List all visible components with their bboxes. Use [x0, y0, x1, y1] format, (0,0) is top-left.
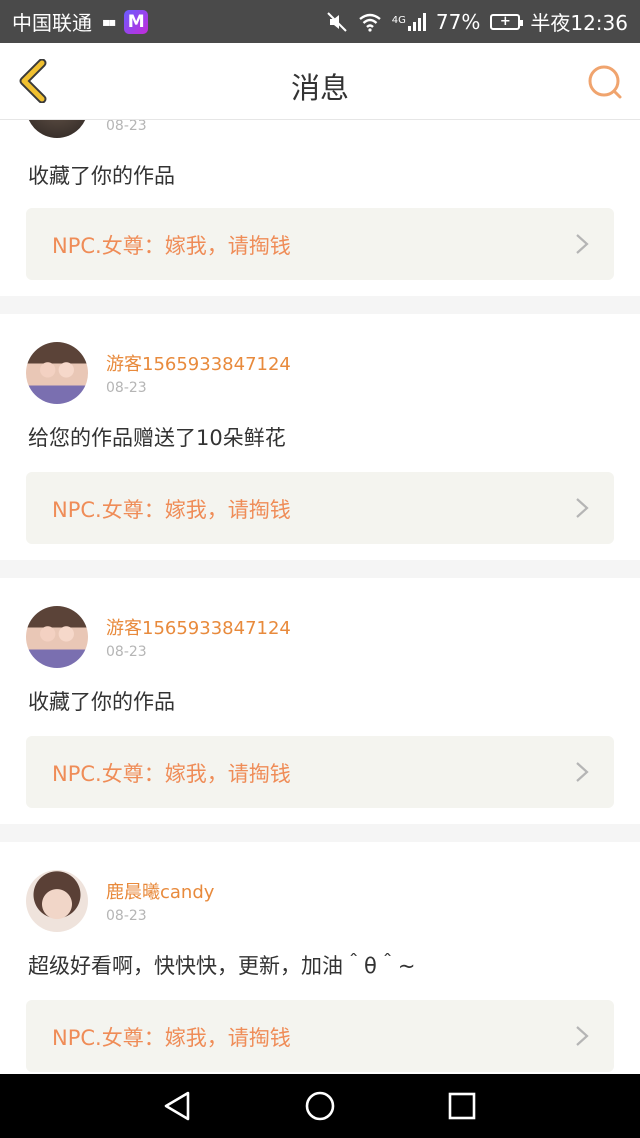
message-date: 08-23	[106, 644, 147, 660]
battery-icon: +	[490, 13, 524, 30]
quoted-work-title: NPC.女尊：嫁我，请掏钱	[52, 234, 291, 258]
quoted-work[interactable]: NPC.女尊：嫁我，请掏钱	[26, 472, 614, 544]
avatar	[26, 120, 88, 138]
grid-icon: ▪▪	[102, 14, 116, 29]
message-text: 收藏了你的作品	[28, 690, 175, 714]
username[interactable]: 游客15659338471​24	[106, 614, 291, 640]
avatar	[26, 606, 88, 668]
system-nav-bar	[0, 1074, 640, 1138]
chevron-right-icon	[576, 498, 589, 518]
app-header: 消息	[0, 43, 640, 120]
message-date: 08-23	[106, 120, 147, 134]
carrier-label: 中国联通	[12, 11, 92, 35]
search-button[interactable]	[586, 63, 624, 101]
message-card[interactable]: 游客15659338471​24 08-23 收藏了你的作品 NPC.女尊：嫁我…	[0, 578, 640, 824]
message-list[interactable]: 08-23 收藏了你的作品 NPC.女尊：嫁我，请掏钱 游客1565933847…	[0, 120, 640, 1074]
message-date: 08-23	[106, 908, 147, 924]
chevron-right-icon	[576, 1026, 589, 1046]
circle-home-icon	[305, 1091, 335, 1121]
search-icon	[588, 65, 622, 99]
quoted-work[interactable]: NPC.女尊：嫁我，请掏钱	[26, 736, 614, 808]
app-m-icon: M	[124, 9, 149, 34]
quoted-work-title: NPC.女尊：嫁我，请掏钱	[52, 498, 291, 522]
status-left: 中国联通 ▪▪ M	[12, 7, 149, 36]
square-recents-icon	[448, 1092, 476, 1120]
clock: 半夜12:36	[530, 11, 628, 35]
message-text: 收藏了你的作品	[28, 164, 175, 188]
signal-icon	[407, 12, 426, 31]
avatar	[26, 870, 88, 932]
nav-home-button[interactable]	[300, 1088, 340, 1124]
nav-back-button[interactable]	[158, 1088, 198, 1124]
wifi-icon	[359, 13, 381, 32]
message-card[interactable]: 游客15659338471​24 08-23 给您的作品赠送了10朵鲜花 NPC…	[0, 314, 640, 560]
quoted-work-title: NPC.女尊：嫁我，请掏钱	[52, 1026, 291, 1050]
username[interactable]: 鹿晨曦candy	[106, 878, 214, 904]
message-card[interactable]: 08-23 收藏了你的作品 NPC.女尊：嫁我，请掏钱	[0, 120, 640, 296]
chevron-right-icon	[576, 762, 589, 782]
avatar	[26, 342, 88, 404]
network-label: 4G	[391, 15, 406, 26]
message-text: 超级好看啊，快快快，更新，加油＾θ＾~	[28, 954, 416, 978]
triangle-back-icon	[164, 1091, 190, 1121]
message-date: 08-23	[106, 380, 147, 396]
quoted-work[interactable]: NPC.女尊：嫁我，请掏钱	[26, 1000, 614, 1072]
mute-icon	[327, 11, 347, 32]
username[interactable]: 游客15659338471​24	[106, 350, 291, 376]
chevron-right-icon	[576, 234, 589, 254]
quoted-work-title: NPC.女尊：嫁我，请掏钱	[52, 762, 291, 786]
page-title: 消息	[290, 71, 349, 105]
battery-percent: 77%	[435, 9, 481, 34]
quoted-work[interactable]: NPC.女尊：嫁我，请掏钱	[26, 208, 614, 280]
message-text: 给您的作品赠送了10朵鲜花	[28, 426, 286, 450]
status-right: 4G 77% + 半夜12:36	[326, 7, 628, 36]
status-bar: 中国联通 ▪▪ M 4G 77% + 半夜12:36	[0, 0, 640, 43]
nav-recents-button[interactable]	[442, 1088, 482, 1124]
message-card[interactable]: 鹿晨曦candy 08-23 超级好看啊，快快快，更新，加油＾θ＾~ NPC.女…	[0, 842, 640, 1074]
